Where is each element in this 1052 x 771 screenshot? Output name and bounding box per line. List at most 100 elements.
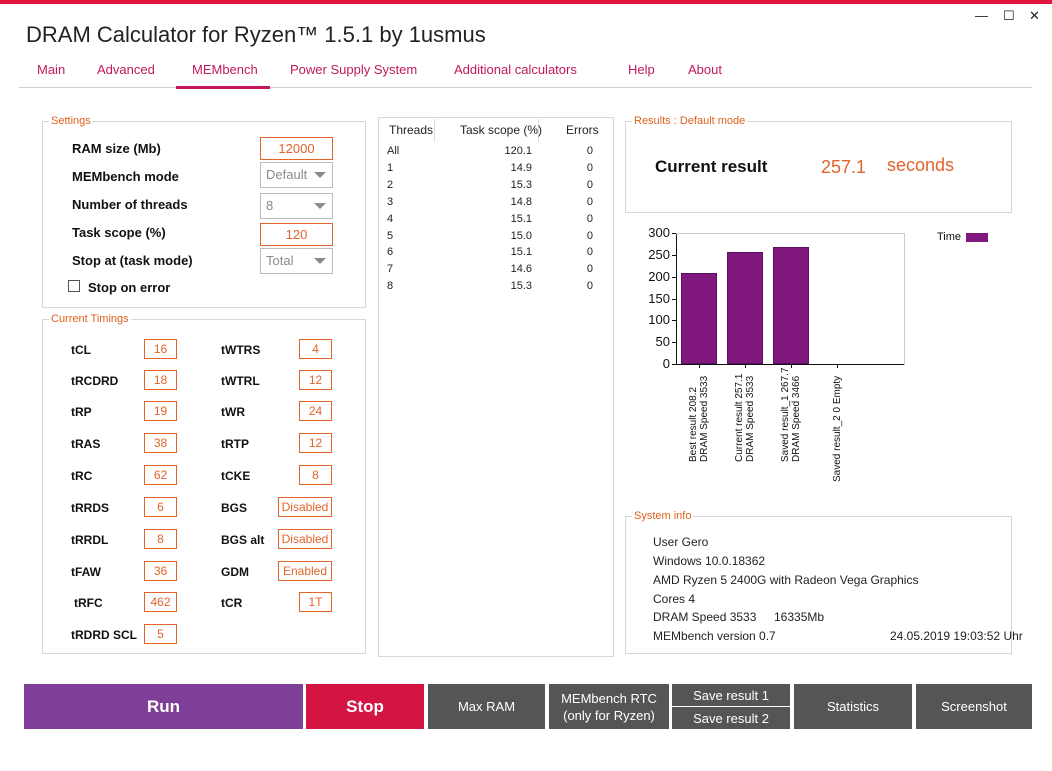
chart-bar	[681, 273, 717, 364]
statistics-button[interactable]: Statistics	[794, 684, 912, 729]
timing-value-field[interactable]: 12	[299, 370, 332, 390]
minimize-button[interactable]: —	[975, 8, 988, 23]
tab-additional-calculators[interactable]: Additional calculators	[454, 62, 577, 77]
task-scope-cell: 15.1	[510, 212, 532, 225]
timing-value-field[interactable]: 6	[144, 497, 177, 517]
system-mem-size: 16335Mb	[774, 610, 825, 624]
chart-x-label-line: Current result 257.1	[734, 373, 745, 462]
task-scope-cell: 120.1	[504, 145, 532, 157]
chart-x-label: Saved result_2 0 Empty	[832, 376, 843, 482]
tab-about[interactable]: About	[688, 62, 722, 77]
timings-legend: Current Timings	[49, 313, 131, 325]
chart-ytick-mark	[672, 298, 676, 300]
threads-value: 8	[266, 198, 274, 213]
chart-ytick-mark	[672, 276, 676, 278]
chart-x-label: Current result 257.1 DRAM Speed 3533	[734, 374, 756, 462]
thread-id-cell: 7	[387, 263, 394, 276]
chart-bar	[773, 247, 809, 364]
timing-value-field[interactable]: 16	[144, 339, 177, 359]
tab-help[interactable]: Help	[628, 62, 655, 77]
timing-value-field[interactable]: 8	[144, 529, 177, 549]
thread-id-cell: 6	[387, 246, 394, 259]
system-user: User Gero	[653, 535, 709, 549]
chart-y-axis	[676, 233, 677, 364]
timing-value-field[interactable]: 36	[144, 561, 177, 581]
timing-value-field[interactable]: 18	[144, 370, 177, 390]
system-membench-version: MEMbench version 0.7	[653, 629, 776, 643]
timing-value-field[interactable]: 1T	[299, 592, 332, 612]
max-ram-button[interactable]: Max RAM	[428, 684, 545, 729]
errors-cell: 0	[586, 246, 593, 259]
membench-mode-dropdown[interactable]: Default	[260, 162, 333, 188]
column-header-threads: Threads	[389, 123, 434, 137]
task-scope-cell: 15.3	[510, 280, 532, 293]
chart-ytick-mark	[672, 320, 676, 322]
chart-x-label-line: Saved result_1 267.7	[780, 367, 791, 462]
timing-value-field[interactable]: 8	[299, 465, 332, 485]
close-button[interactable]: ✕	[1029, 8, 1040, 24]
chart-x-label-line: DRAM Speed 3533	[699, 375, 710, 462]
tab-main[interactable]: Main	[37, 62, 65, 77]
task-scope-cell: 15.0	[510, 229, 532, 242]
errors-cell: 0	[586, 161, 593, 174]
chart-ytick-label: 100	[648, 312, 670, 328]
timing-value-field[interactable]: Enabled	[278, 561, 332, 581]
chart-xtick-mark	[699, 364, 700, 368]
timing-value-field[interactable]: Disabled	[278, 497, 332, 517]
timing-label: tWR	[221, 405, 245, 419]
timing-label: tRTP	[221, 437, 249, 451]
chart-x-label: Best result 208.2 DRAM Speed 3533	[688, 376, 710, 462]
thread-id-cell: 4	[387, 212, 394, 225]
chart-ytick-mark	[672, 342, 676, 344]
chart-ytick-mark	[672, 254, 676, 256]
timing-value-field[interactable]: 462	[144, 592, 177, 612]
top-accent-bar	[0, 0, 1052, 4]
save-result-1-button[interactable]: Save result 1	[672, 684, 790, 706]
ram-size-input[interactable]: 12000	[260, 137, 333, 160]
timing-value-field[interactable]: 4	[299, 339, 332, 359]
app-title: DRAM Calculator for Ryzen™ 1.5.1 by 1usm…	[26, 22, 486, 47]
timing-value-field[interactable]: Disabled	[278, 529, 332, 549]
thread-id-cell: 5	[387, 229, 394, 242]
timing-label: tFAW	[71, 565, 101, 579]
tab-power-supply-system[interactable]: Power Supply System	[290, 62, 417, 77]
timing-label: tWTRL	[221, 374, 260, 388]
tab-membench[interactable]: MEMbench	[192, 62, 258, 77]
chart-ytick-mark	[672, 364, 676, 365]
chevron-down-icon	[314, 172, 326, 178]
membench-mode-label: MEMbench mode	[72, 169, 179, 184]
chart-ytick-label: 50	[655, 334, 670, 350]
membench-rtc-button[interactable]: MEMbench RTC (only for Ryzen)	[549, 684, 669, 729]
chart-x-label: Saved result_1 267.7 DRAM Speed 3466	[780, 367, 802, 462]
chart-ytick-mark	[672, 233, 676, 234]
timing-value-field[interactable]: 5	[144, 624, 177, 644]
system-cpu: AMD Ryzen 5 2400G with Radeon Vega Graph…	[653, 573, 919, 587]
thread-id-cell: 2	[387, 178, 394, 191]
stop-on-error-checkbox[interactable]	[68, 280, 80, 292]
save-result-2-button[interactable]: Save result 2	[672, 707, 790, 729]
column-divider	[434, 119, 435, 142]
stop-button[interactable]: Stop	[306, 684, 424, 729]
run-button[interactable]: Run	[24, 684, 303, 729]
results-legend: Results : Default mode	[632, 115, 748, 127]
timing-value-field[interactable]: 62	[144, 465, 177, 485]
screenshot-button[interactable]: Screenshot	[916, 684, 1032, 729]
errors-cell: 0	[586, 178, 593, 191]
tab-advanced[interactable]: Advanced	[97, 62, 155, 77]
timing-label: GDM	[221, 565, 249, 579]
timing-value-field[interactable]: 19	[144, 401, 177, 421]
chart-x-label-line: Saved result_2 0 Empty	[831, 375, 843, 482]
timing-label: tRFC	[74, 596, 103, 610]
thread-id-cell: 8	[387, 280, 394, 293]
task-scope-input[interactable]: 120	[260, 223, 333, 246]
maximize-button[interactable]: ☐	[1003, 8, 1015, 24]
timing-label: tRAS	[71, 437, 101, 451]
timing-label: tCKE	[221, 469, 251, 483]
timing-value-field[interactable]: 12	[299, 433, 332, 453]
membench-mode-value: Default	[266, 167, 308, 182]
system-cores: Cores 4	[653, 592, 696, 606]
timing-value-field[interactable]: 38	[144, 433, 177, 453]
stop-at-dropdown[interactable]: Total	[260, 248, 333, 274]
timing-value-field[interactable]: 24	[299, 401, 332, 421]
threads-dropdown[interactable]: 8	[260, 193, 333, 219]
